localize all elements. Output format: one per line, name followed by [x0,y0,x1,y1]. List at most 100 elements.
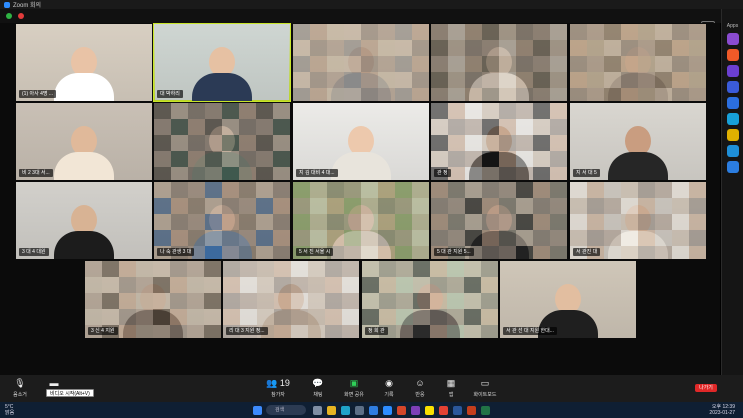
mosaic-block [482,40,499,56]
mosaic-block [448,88,465,101]
mosaic-block [533,151,550,167]
participant-video-tile[interactable] [154,103,290,180]
excel-icon[interactable] [481,406,490,415]
mosaic-block [257,293,274,309]
mosaic-block [499,72,516,88]
side-app-icon[interactable] [726,65,739,77]
side-app-icon[interactable] [726,81,739,93]
mosaic-block [308,261,325,277]
mosaic-block [412,230,429,246]
mosaic-block [655,214,672,230]
zoom-taskbar-icon[interactable] [383,406,392,415]
onenote-icon[interactable] [411,406,420,415]
mosaic-block [361,246,378,259]
mosaic-block [655,230,672,246]
mosaic-block [222,135,239,151]
system-clock[interactable]: 오후 12:39 2023-01-27 [709,404,735,416]
side-app-icon[interactable] [726,129,739,141]
leave-button[interactable]: 나가기 [695,384,717,392]
mosaic-block [153,325,170,338]
participant-video-tile[interactable] [293,24,429,101]
powerpoint-icon[interactable] [467,406,476,415]
mosaic-block [136,325,153,338]
mosaic-block [119,309,136,325]
participants-button[interactable]: 👥 19 참가자 [258,378,298,400]
apps-panel-label: Apps [726,23,739,29]
participant-video-tile[interactable]: 정 희 관 [362,261,498,338]
participant-video-tile[interactable]: 3 신 4 지원 [85,261,221,338]
weather-widget[interactable]: 5°C 맑음 [5,404,14,416]
participant-video-tile[interactable] [431,24,567,101]
side-app-icon[interactable] [726,113,739,125]
mosaic-block [604,40,621,56]
participant-video-tile[interactable]: 5 서 진 서울 시 [293,182,429,259]
side-app-icon[interactable] [726,145,739,157]
mail-icon[interactable] [369,406,378,415]
mosaic-block [570,40,587,56]
mosaic-block [672,56,689,72]
mosaic-block [465,24,482,40]
participant-video-tile[interactable]: 서 관진 대 [570,182,706,259]
recording-indicator-icon[interactable] [18,13,24,19]
mosaic-block [604,88,621,101]
mosaic-block [187,325,204,338]
mosaic-block [482,72,499,88]
participant-video-tile[interactable]: 5 대 관 지원 5... [431,182,567,259]
mosaic-block [395,40,412,56]
mosaic-block [362,277,379,293]
participant-video-tile[interactable]: 지 서 대 5 [570,103,706,180]
mosaic-block [205,167,222,180]
participant-video-tile[interactable]: 지 김 대비 4 대... [293,103,429,180]
store-icon[interactable] [355,406,364,415]
task-view-icon[interactable] [313,406,322,415]
participant-video-tile[interactable]: 비 2 3대 서... [16,103,152,180]
explorer-icon[interactable] [327,406,336,415]
mosaic-block [413,261,430,277]
side-app-icon[interactable] [726,97,739,109]
security-shield-icon[interactable] [6,13,12,19]
participant-video-tile[interactable] [570,24,706,101]
mosaic-block [344,40,361,56]
participant-video-tile[interactable]: (1) 아사 4명 ... [16,24,152,101]
participant-video-tile[interactable]: 나 숙 관생 3 대 [154,182,290,259]
participant-video-tile[interactable]: 리 대 3 지원 정... [223,261,359,338]
participant-video-tile[interactable]: 3 대 4 대원 [16,182,152,259]
mosaic-block [482,246,499,259]
whiteboard-button[interactable]: ▭ 화이트보드 [465,378,505,400]
mosaic-block [550,182,567,198]
participant-video-tile[interactable]: 관 정 [431,103,567,180]
mosaic-block [325,293,342,309]
edge-icon[interactable] [341,406,350,415]
mosaic-block [621,40,638,56]
mosaic-block [171,167,188,180]
mosaic-block [274,325,291,338]
mosaic-block [342,309,359,325]
chat-button[interactable]: 💬 채팅 [298,378,338,400]
share-screen-button[interactable]: ▣ 화면 공유 [334,378,374,400]
side-app-icon[interactable] [726,161,739,173]
mosaic-block [413,309,430,325]
share-screen-label: 화면 공유 [344,392,364,398]
participant-video-tile[interactable]: 서 관 선 대 지원 한대... [500,261,636,338]
chrome-icon[interactable] [439,406,448,415]
mosaic-block [533,72,550,88]
participant-body [192,73,252,101]
mosaic-block [187,277,204,293]
kakaotalk-icon[interactable] [425,406,434,415]
mosaic-block [342,293,359,309]
mosaic-block [587,198,604,214]
mosaic-block [223,309,240,325]
mosaic-block [308,309,325,325]
side-app-icon[interactable] [726,33,739,45]
mosaic-block [362,293,379,309]
word-icon[interactable] [453,406,462,415]
mosaic-block [136,293,153,309]
mosaic-block [672,24,689,40]
start-menu-icon[interactable] [253,406,262,415]
office-icon[interactable] [397,406,406,415]
mosaic-block [482,214,499,230]
participant-video-tile[interactable]: 대 박하리 [153,23,291,102]
side-app-icon[interactable] [726,49,739,61]
taskbar-search[interactable]: 검색 [266,405,306,415]
mosaic-block [638,230,655,246]
